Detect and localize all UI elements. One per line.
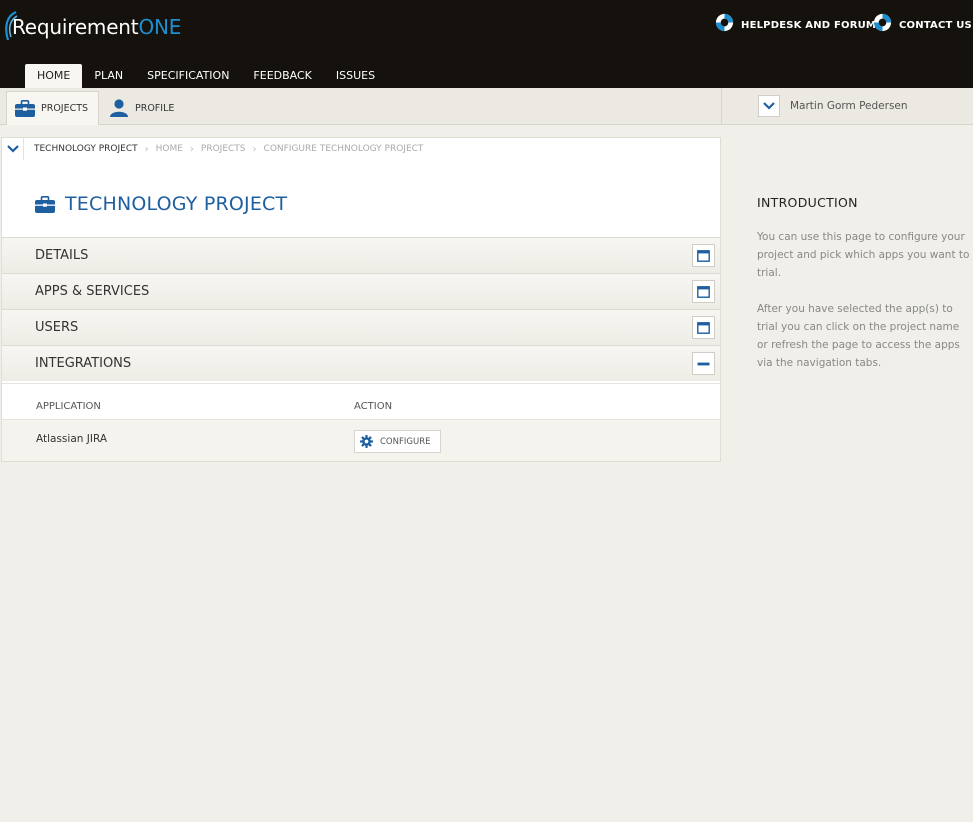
section-integrations-label: INTEGRATIONS xyxy=(35,356,132,371)
sidebar-title: INTRODUCTION xyxy=(757,195,858,210)
chevron-down-icon xyxy=(6,145,19,153)
breadcrumb-projects[interactable]: PROJECTS xyxy=(201,144,246,154)
breadcrumb-toggle[interactable] xyxy=(2,138,24,160)
subtab-profile-label: PROFILE xyxy=(135,102,175,114)
breadcrumb: TECHNOLOGY PROJECT › HOME › PROJECTS › C… xyxy=(2,138,720,160)
sidebar-paragraph-1: You can use this page to configure your … xyxy=(757,228,973,282)
collapse-integrations-button[interactable] xyxy=(692,352,715,375)
top-header: RequirementONE HELPDESK AND FORUM CONTAC… xyxy=(0,0,973,88)
column-header-application: APPLICATION xyxy=(36,401,101,412)
section-integrations[interactable]: INTEGRATIONS xyxy=(2,345,720,381)
logo-accent-text: ONE xyxy=(138,15,182,39)
expand-details-button[interactable] xyxy=(692,244,715,267)
sidebar-line: After you have selected the app(s) to xyxy=(757,303,953,315)
section-apps-services-label: APPS & SERVICES xyxy=(35,284,150,299)
contact-us-label: CONTACT US xyxy=(899,19,972,31)
helpdesk-forum-link[interactable]: HELPDESK AND FORUM xyxy=(714,12,876,33)
main-nav: HOME PLAN SPECIFICATION FEEDBACK ISSUES xyxy=(25,64,387,88)
project-panel: TECHNOLOGY PROJECT › HOME › PROJECTS › C… xyxy=(1,137,721,462)
breadcrumb-separator-icon: › xyxy=(144,143,149,155)
intro-sidebar: INTRODUCTION You can use this page to co… xyxy=(757,195,973,372)
configure-button[interactable]: CONFIGURE xyxy=(354,430,441,453)
tab-specification[interactable]: SPECIFICATION xyxy=(135,64,241,88)
user-icon xyxy=(110,99,128,117)
chevron-down-icon xyxy=(763,102,775,110)
user-name: Martin Gorm Pedersen xyxy=(790,100,908,112)
contact-us-link[interactable]: CONTACT US xyxy=(872,12,972,33)
breadcrumb-separator-icon: › xyxy=(189,143,194,155)
sidebar-paragraph-2: After you have selected the app(s) to tr… xyxy=(757,300,973,372)
sidebar-line: via the navigation tabs. xyxy=(757,357,882,369)
breadcrumb-home[interactable]: HOME xyxy=(156,144,183,154)
tab-issues[interactable]: ISSUES xyxy=(324,64,387,88)
sidebar-line: You can use this page to configure your xyxy=(757,231,965,243)
expand-apps-services-button[interactable] xyxy=(692,280,715,303)
logo-text: Requirement xyxy=(12,15,139,39)
application-name: Atlassian JIRA xyxy=(36,433,107,445)
expand-window-icon xyxy=(697,249,710,262)
briefcase-icon xyxy=(15,100,35,117)
breadcrumb-configure[interactable]: CONFIGURE TECHNOLOGY PROJECT xyxy=(264,144,424,154)
breadcrumb-current[interactable]: TECHNOLOGY PROJECT xyxy=(34,144,138,154)
section-users[interactable]: USERS xyxy=(2,309,720,345)
gear-icon xyxy=(360,435,373,448)
tab-feedback[interactable]: FEEDBACK xyxy=(241,64,323,88)
sub-nav: PROJECTS PROFILE xyxy=(0,88,721,125)
subtab-profile[interactable]: PROFILE xyxy=(101,91,184,125)
column-header-action: ACTION xyxy=(354,401,393,412)
subtab-projects[interactable]: PROJECTS xyxy=(6,91,100,125)
integrations-table-header: APPLICATION ACTION xyxy=(2,383,720,419)
section-users-label: USERS xyxy=(35,320,79,335)
sidebar-line: trial. xyxy=(757,267,782,279)
lifebuoy-icon xyxy=(715,13,734,32)
sidebar-line: or refresh the page to access the apps xyxy=(757,339,960,351)
project-title: TECHNOLOGY PROJECT xyxy=(65,193,288,215)
tab-plan[interactable]: PLAN xyxy=(82,64,135,88)
helpdesk-forum-label: HELPDESK AND FORUM xyxy=(741,19,877,31)
sidebar-line: project and pick which apps you want to xyxy=(757,249,970,261)
sidebar-line: trial you can click on the project name xyxy=(757,321,960,333)
logo[interactable]: RequirementONE xyxy=(4,8,181,44)
page-title: TECHNOLOGY PROJECT xyxy=(35,193,287,215)
section-apps-services[interactable]: APPS & SERVICES xyxy=(2,273,720,309)
minus-icon xyxy=(697,362,710,365)
table-row: Atlassian JIRA CONFIGURE xyxy=(2,419,720,461)
user-menu-toggle[interactable] xyxy=(758,95,780,117)
lifebuoy-icon xyxy=(873,13,892,32)
logo-swoosh-icon xyxy=(5,10,18,41)
section-details-label: DETAILS xyxy=(35,248,89,263)
expand-users-button[interactable] xyxy=(692,316,715,339)
section-details[interactable]: DETAILS xyxy=(2,237,720,273)
user-bar: Martin Gorm Pedersen xyxy=(721,88,973,125)
configure-button-label: CONFIGURE xyxy=(380,436,431,447)
subtab-projects-label: PROJECTS xyxy=(41,103,89,114)
breadcrumb-separator-icon: › xyxy=(252,143,257,155)
expand-window-icon xyxy=(697,285,710,298)
expand-window-icon xyxy=(697,321,710,334)
briefcase-icon xyxy=(35,195,55,213)
tab-home[interactable]: HOME xyxy=(25,64,83,88)
